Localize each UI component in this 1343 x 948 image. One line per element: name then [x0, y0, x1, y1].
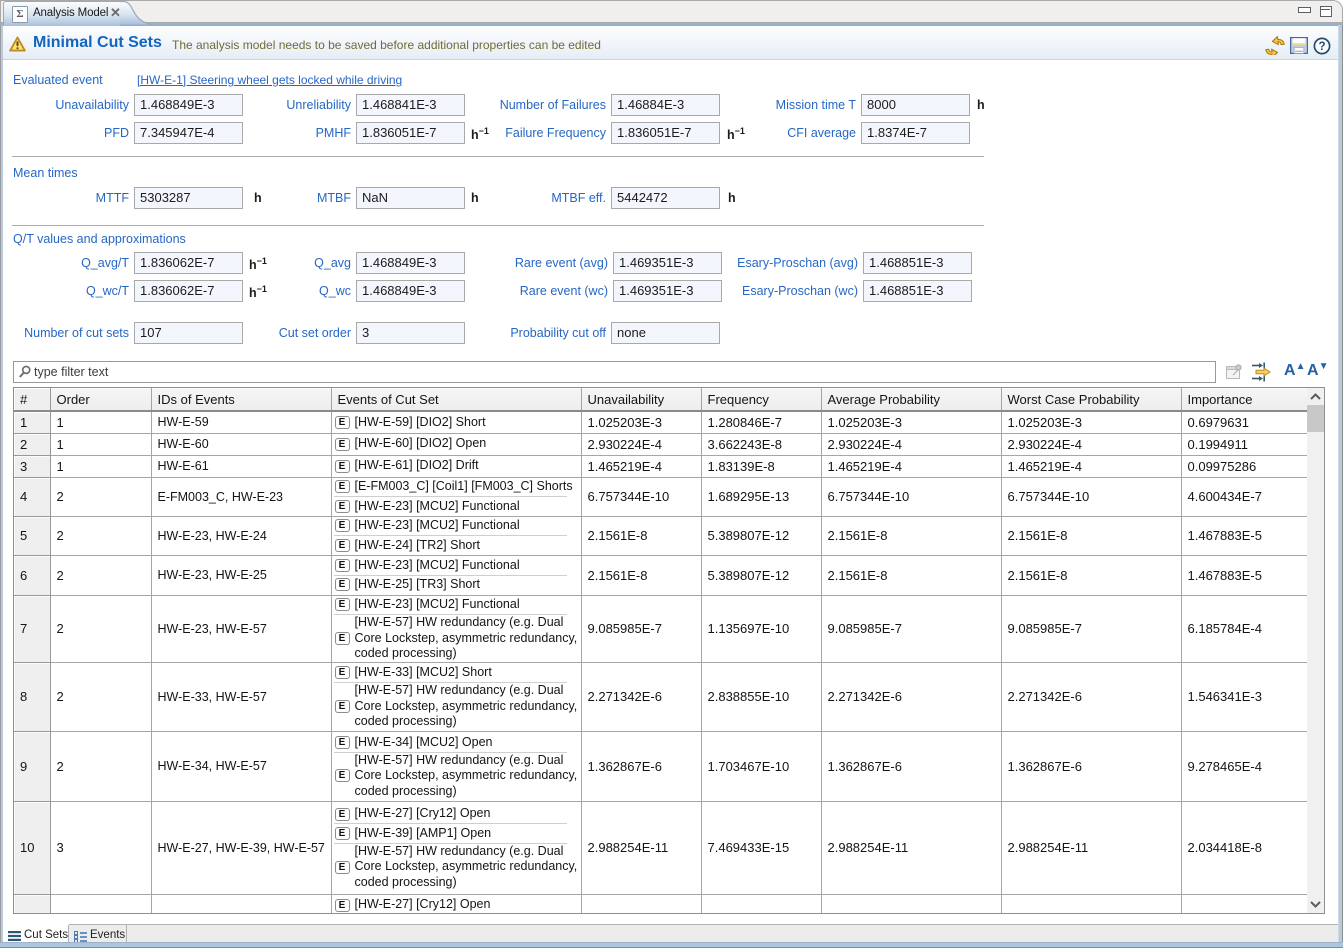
svg-text:?: ? — [1318, 41, 1325, 53]
